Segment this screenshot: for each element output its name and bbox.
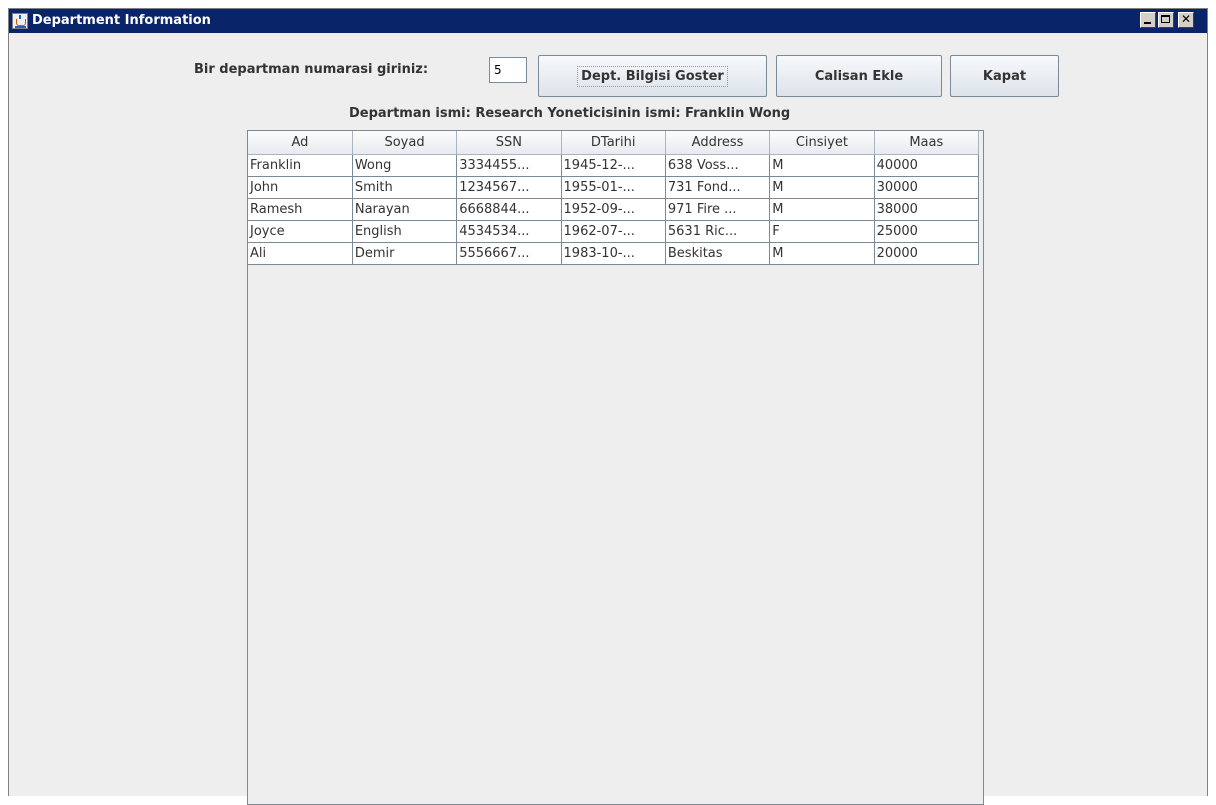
table-cell[interactable]: M [769,176,875,199]
column-header-address[interactable]: Address [665,131,771,155]
window-title: Department Information [32,13,211,28]
table-cell[interactable]: Ali [248,242,353,265]
column-header-dtarihi[interactable]: DTarihi [561,131,666,155]
close-button[interactable]: Kapat [950,55,1059,97]
app-window: Department Information ✕ Bir departman n… [8,8,1208,805]
column-header-ssn[interactable]: SSN [456,131,562,155]
table-cell[interactable]: 3334455... [456,154,562,177]
close-button-label: Kapat [982,68,1027,84]
table-row[interactable]: Ramesh Narayan 6668844... 1952-09-... 97… [248,198,980,221]
column-header-cinsiyet[interactable]: Cinsiyet [769,131,875,155]
maximize-icon [1161,15,1170,23]
table-cell[interactable]: Joyce [248,220,353,243]
table-row[interactable]: Joyce English 4534534... 1962-07-... 563… [248,220,980,243]
table-cell[interactable]: Narayan [352,198,458,221]
table-cell[interactable]: F [769,220,875,243]
table-row[interactable]: Ali Demir 5556667... 1983-10-... Beskita… [248,242,980,265]
table-cell[interactable]: 6668844... [456,198,562,221]
table-cell[interactable]: 40000 [874,154,980,177]
employee-table-container[interactable]: Ad Soyad SSN DTarihi Address Cinsiyet Ma… [247,130,984,805]
dept-number-input[interactable] [489,57,527,83]
table-cell[interactable]: 25000 [874,220,980,243]
minimize-button[interactable] [1140,12,1156,28]
title-bar[interactable]: Department Information ✕ [9,9,1207,33]
table-cell[interactable]: 4534534... [456,220,562,243]
table-cell[interactable]: Beskitas [665,242,771,265]
employee-table: Ad Soyad SSN DTarihi Address Cinsiyet Ma… [248,131,980,265]
table-cell[interactable]: M [769,154,875,177]
maximize-button[interactable] [1158,12,1174,28]
add-employee-label: Calisan Ekle [814,68,904,84]
table-cell[interactable]: 1945-12-... [561,154,666,177]
dept-number-label: Bir departman numarasi giriniz: [194,62,429,77]
table-cell[interactable]: Smith [352,176,458,199]
table-header-row: Ad Soyad SSN DTarihi Address Cinsiyet Ma… [248,131,980,155]
table-cell[interactable]: 30000 [874,176,980,199]
table-cell[interactable]: M [769,242,875,265]
table-cell[interactable]: 971 Fire ... [665,198,771,221]
table-cell[interactable]: Wong [352,154,458,177]
column-header-maas[interactable]: Maas [874,131,980,155]
close-icon: ✕ [1180,12,1192,26]
table-cell[interactable]: 38000 [874,198,980,221]
table-cell[interactable]: 1983-10-... [561,242,666,265]
table-cell[interactable]: 1234567... [456,176,562,199]
show-dept-info-button[interactable]: Dept. Bilgisi Goster [538,55,767,97]
minimize-icon [1144,22,1151,24]
table-cell[interactable]: 5556667... [456,242,562,265]
table-cell[interactable]: Franklin [248,154,353,177]
column-header-ad[interactable]: Ad [248,131,353,155]
java-cup-icon[interactable] [12,13,28,29]
column-header-soyad[interactable]: Soyad [352,131,458,155]
table-cell[interactable]: 1952-09-... [561,198,666,221]
table-cell[interactable]: English [352,220,458,243]
table-cell[interactable]: 5631 Ric... [665,220,771,243]
table-cell[interactable]: 731 Fond... [665,176,771,199]
table-cell[interactable]: 1962-07-... [561,220,666,243]
table-row[interactable]: John Smith 1234567... 1955-01-... 731 Fo… [248,176,980,199]
table-cell[interactable]: Ramesh [248,198,353,221]
table-cell[interactable]: Demir [352,242,458,265]
add-employee-button[interactable]: Calisan Ekle [776,55,942,97]
table-cell[interactable]: M [769,198,875,221]
table-cell[interactable]: John [248,176,353,199]
show-dept-info-label: Dept. Bilgisi Goster [577,65,728,87]
table-cell[interactable]: 20000 [874,242,980,265]
window-close-button[interactable]: ✕ [1178,12,1194,28]
table-cell[interactable]: 638 Voss... [665,154,771,177]
table-cell[interactable]: 1955-01-... [561,176,666,199]
table-row[interactable]: Franklin Wong 3334455... 1945-12-... 638… [248,154,980,177]
department-summary: Departman ismi: Research Yoneticisinin i… [349,106,791,121]
